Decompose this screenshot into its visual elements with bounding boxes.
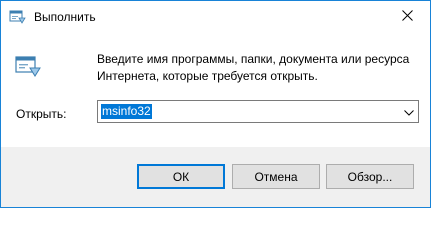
open-input[interactable]: msinfo32: [101, 104, 152, 119]
ok-button[interactable]: ОК: [137, 164, 225, 189]
window-title: Выполнить: [34, 10, 96, 24]
open-combobox[interactable]: msinfo32: [97, 100, 419, 123]
cancel-button[interactable]: Отмена: [232, 164, 320, 189]
close-icon: [402, 9, 413, 24]
run-icon: [15, 53, 41, 79]
description-text: Введите имя программы, папки, документа …: [97, 51, 417, 85]
button-bar: ОК Отмена Обзор...: [1, 147, 430, 207]
run-dialog: Выполнить Введите имя программы, папки, …: [0, 0, 431, 208]
description-line: Интернета, которые требуется открыть.: [97, 69, 318, 83]
dialog-body: Введите имя программы, папки, документа …: [1, 32, 430, 147]
description-line: Введите имя программы, папки, документа …: [97, 52, 410, 66]
close-button[interactable]: [385, 1, 430, 32]
run-icon: [9, 8, 26, 25]
chevron-down-icon: [404, 105, 414, 119]
title-bar[interactable]: Выполнить: [1, 1, 430, 32]
open-label: Открыть:: [16, 107, 67, 121]
dropdown-button[interactable]: [400, 101, 418, 122]
browse-button[interactable]: Обзор...: [326, 164, 414, 189]
